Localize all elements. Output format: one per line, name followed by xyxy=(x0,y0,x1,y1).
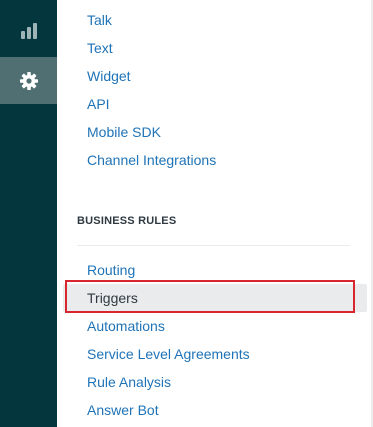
business-rules-nav-list: Routing Triggers Automations Service Lev… xyxy=(57,256,373,424)
channels-nav-list: Talk Text Widget API Mobile SDK Channel … xyxy=(57,6,373,174)
business-rules-header: BUSINESS RULES xyxy=(77,215,177,227)
nav-item-automations[interactable]: Automations xyxy=(57,312,373,340)
nav-item-service-level-agreements[interactable]: Service Level Agreements xyxy=(57,340,373,368)
nav-item-channel-integrations[interactable]: Channel Integrations xyxy=(57,146,373,174)
nav-item-text[interactable]: Text xyxy=(57,34,373,62)
nav-item-widget[interactable]: Widget xyxy=(57,62,373,90)
reporting-nav-button[interactable] xyxy=(0,10,57,52)
bar-chart-icon xyxy=(20,22,38,40)
nav-item-rule-analysis[interactable]: Rule Analysis xyxy=(57,368,373,396)
gear-icon xyxy=(19,71,39,91)
section-divider xyxy=(77,245,350,246)
nav-item-api[interactable]: API xyxy=(57,90,373,118)
admin-settings-nav-button[interactable] xyxy=(0,57,57,104)
admin-settings-panel: Talk Text Widget API Mobile SDK Channel … xyxy=(57,0,373,427)
nav-item-answer-bot[interactable]: Answer Bot xyxy=(57,396,373,424)
nav-item-triggers[interactable]: Triggers xyxy=(63,284,367,312)
nav-item-routing[interactable]: Routing xyxy=(57,256,373,284)
nav-item-mobile-sdk[interactable]: Mobile SDK xyxy=(57,118,373,146)
nav-item-talk[interactable]: Talk xyxy=(57,6,373,34)
admin-sidebar-rail xyxy=(0,0,57,427)
